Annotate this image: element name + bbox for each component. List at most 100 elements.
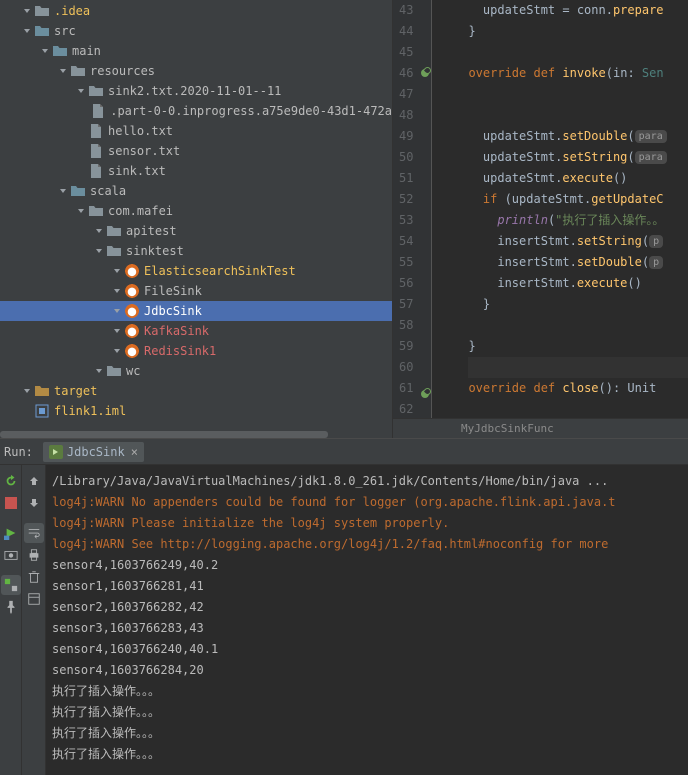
- code-line[interactable]: [468, 357, 688, 378]
- clear-button[interactable]: [24, 567, 44, 587]
- tree-item[interactable]: wc: [0, 361, 392, 381]
- editor-code-area[interactable]: updateStmt = conn.prepare} override def i…: [432, 0, 688, 418]
- camera-button[interactable]: [1, 545, 21, 565]
- tree-item[interactable]: target: [0, 381, 392, 401]
- run-tab[interactable]: JdbcSink ×: [43, 442, 144, 462]
- run-toolbar-left: [0, 465, 22, 775]
- tree-expand-arrow[interactable]: [94, 366, 104, 376]
- code-line[interactable]: [468, 84, 688, 105]
- file-icon: [88, 123, 104, 139]
- tree-item[interactable]: hello.txt: [0, 121, 392, 141]
- tree-expand-arrow[interactable]: [58, 186, 68, 196]
- tree-expand-arrow[interactable]: [22, 386, 32, 396]
- wrap-button[interactable]: [24, 523, 44, 543]
- console-output[interactable]: /Library/Java/JavaVirtualMachines/jdk1.8…: [46, 465, 688, 775]
- tree-item[interactable]: sensor.txt: [0, 141, 392, 161]
- scala-icon: ⬤: [124, 283, 140, 299]
- up-button[interactable]: [24, 471, 44, 491]
- editor-breadcrumb[interactable]: MyJdbcSinkFunc: [393, 418, 688, 438]
- override-gutter-icon[interactable]: [421, 390, 429, 398]
- tree-item[interactable]: sink.txt: [0, 161, 392, 181]
- console-line: log4j:WARN No appenders could be found f…: [52, 492, 688, 513]
- code-line[interactable]: [468, 42, 688, 63]
- code-line[interactable]: }: [468, 294, 688, 315]
- down-button[interactable]: [24, 493, 44, 513]
- tree-expand-arrow[interactable]: [22, 6, 32, 16]
- console-line: sensor3,1603766283,43: [52, 618, 688, 639]
- close-icon[interactable]: ×: [131, 445, 138, 459]
- tree-item[interactable]: ⬤ElasticsearchSinkTest: [0, 261, 392, 281]
- code-editor[interactable]: 4344454647484950515253545556575859606162…: [393, 0, 688, 438]
- tree-expand-arrow[interactable]: [76, 206, 86, 216]
- tree-expand-arrow[interactable]: [112, 266, 122, 276]
- tree-expand-arrow[interactable]: [76, 86, 86, 96]
- tree-expand-arrow[interactable]: [112, 346, 122, 356]
- code-line[interactable]: }: [468, 336, 688, 357]
- code-line[interactable]: }: [468, 21, 688, 42]
- console-line: 执行了插入操作。。。: [52, 723, 688, 744]
- code-line[interactable]: updateStmt = conn.prepare: [468, 0, 688, 21]
- tree-item-label: sensor.txt: [108, 144, 180, 158]
- tree-item[interactable]: .idea: [0, 1, 392, 21]
- tree-item[interactable]: src: [0, 21, 392, 41]
- tree-item[interactable]: flink1.iml: [0, 401, 392, 421]
- tree-item-label: KafkaSink: [144, 324, 209, 338]
- tree-expand-arrow[interactable]: [94, 226, 104, 236]
- console-line: sensor4,1603766249,40.2: [52, 555, 688, 576]
- tree-item[interactable]: sinktest: [0, 241, 392, 261]
- tree-expand-arrow[interactable]: [58, 66, 68, 76]
- rerun-button[interactable]: [1, 471, 21, 491]
- expand-button[interactable]: [24, 589, 44, 609]
- tree-item[interactable]: ⬤JdbcSink: [0, 301, 392, 321]
- code-line[interactable]: updateStmt.execute(): [468, 168, 688, 189]
- scala-icon: ⬤: [124, 343, 140, 359]
- restart-debug-button[interactable]: [1, 523, 21, 543]
- tree-horizontal-scrollbar[interactable]: [0, 429, 392, 438]
- code-line[interactable]: [468, 399, 688, 418]
- code-line[interactable]: [468, 105, 688, 126]
- console-line: sensor4,1603766240,40.1: [52, 639, 688, 660]
- iml-icon: [34, 403, 50, 419]
- code-line[interactable]: insertStmt.setDouble(p: [468, 252, 688, 273]
- code-line[interactable]: [468, 315, 688, 336]
- code-line[interactable]: insertStmt.setString(p: [468, 231, 688, 252]
- tree-item[interactable]: ⬤RedisSink1: [0, 341, 392, 361]
- tree-item[interactable]: apitest: [0, 221, 392, 241]
- tree-item[interactable]: .part-0-0.inprogress.a75e9de0-43d1-472a: [0, 101, 392, 121]
- tree-expand-arrow[interactable]: [112, 286, 122, 296]
- project-tree[interactable]: .ideasrcmainresourcessink2.txt.2020-11-0…: [0, 0, 393, 438]
- tree-item[interactable]: ⬤ FileSink: [0, 281, 392, 301]
- tree-item[interactable]: com.mafei: [0, 201, 392, 221]
- tree-item-label: ElasticsearchSinkTest: [144, 264, 296, 278]
- tree-expand-arrow[interactable]: [112, 306, 122, 316]
- tree-expand-arrow[interactable]: [22, 26, 32, 36]
- folder-icon: [34, 23, 50, 39]
- tree-expand-arrow[interactable]: [94, 246, 104, 256]
- tree-item[interactable]: scala: [0, 181, 392, 201]
- tree-item-label: FileSink: [144, 284, 202, 298]
- tree-item[interactable]: main: [0, 41, 392, 61]
- code-line[interactable]: if (updateStmt.getUpdateC: [468, 189, 688, 210]
- code-line[interactable]: updateStmt.setDouble(para: [468, 126, 688, 147]
- tree-item[interactable]: ⬤KafkaSink: [0, 321, 392, 341]
- code-line[interactable]: updateStmt.setString(para: [468, 147, 688, 168]
- file-icon: [88, 143, 104, 159]
- toggle-button[interactable]: [1, 575, 21, 595]
- tree-item-label: target: [54, 384, 97, 398]
- code-line[interactable]: insertStmt.execute(): [468, 273, 688, 294]
- stop-button[interactable]: [1, 493, 21, 513]
- code-line[interactable]: override def invoke(in: Sen: [468, 63, 688, 84]
- editor-gutter-marks[interactable]: [419, 0, 431, 418]
- tree-expand-arrow[interactable]: [112, 326, 122, 336]
- tree-item-label: sink.txt: [108, 164, 166, 178]
- pin-button[interactable]: [1, 597, 21, 617]
- override-gutter-icon[interactable]: [421, 69, 429, 77]
- print-button[interactable]: [24, 545, 44, 565]
- code-line[interactable]: override def close(): Unit: [468, 378, 688, 399]
- tree-expand-arrow[interactable]: [40, 46, 50, 56]
- code-line[interactable]: println("执行了插入操作。。: [468, 210, 688, 231]
- tree-item[interactable]: resources: [0, 61, 392, 81]
- console-line: 执行了插入操作。。。: [52, 702, 688, 723]
- tree-item[interactable]: sink2.txt.2020-11-01--11: [0, 81, 392, 101]
- console-link[interactable]: http://logging.apache.org/log4j/1.2/faq.…: [160, 537, 543, 551]
